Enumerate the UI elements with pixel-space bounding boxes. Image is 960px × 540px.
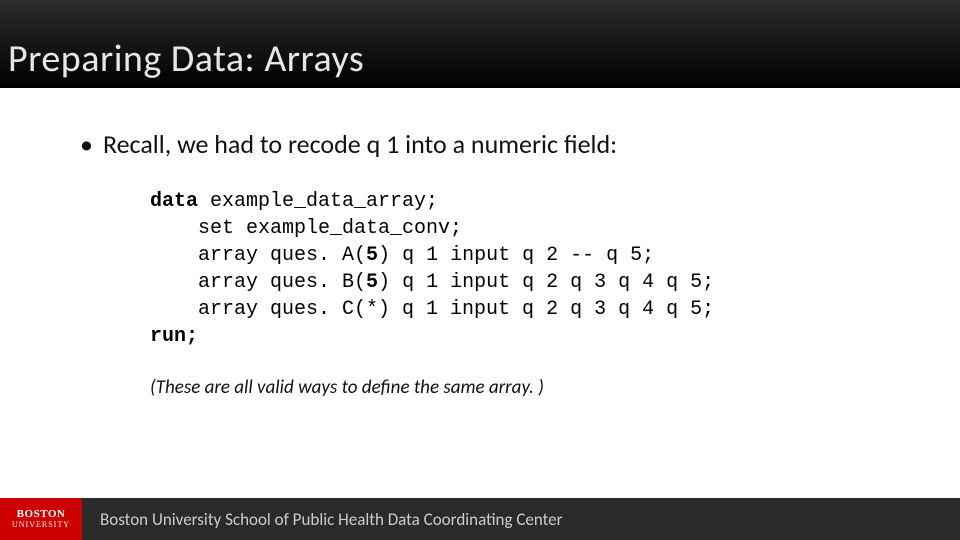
code-text: ) q 1 input q 2 -- q 5; xyxy=(378,244,654,267)
content-area: • Recall, we had to recode q 1 into a nu… xyxy=(0,88,960,399)
logo-line-1: BOSTON xyxy=(17,509,66,521)
code-text: example_data_array; xyxy=(198,190,438,213)
code-keyword: 5 xyxy=(366,271,378,294)
code-block: data example_data_array; set example_dat… xyxy=(150,188,890,350)
logo-line-2: UNIVERSITY xyxy=(12,521,70,529)
code-keyword: 5 xyxy=(366,244,378,267)
footer-bar: BOSTON UNIVERSITY Boston University Scho… xyxy=(0,498,960,540)
bullet-text: Recall, we had to recode q 1 into a nume… xyxy=(103,128,617,160)
code-text: array ques. B( xyxy=(150,271,366,294)
code-keyword: data xyxy=(150,190,198,213)
bullet-icon: • xyxy=(80,128,93,160)
note-text: (These are all valid ways to define the … xyxy=(150,376,890,399)
slide-title: Preparing Data: Arrays xyxy=(8,36,364,82)
bullet-item: • Recall, we had to recode q 1 into a nu… xyxy=(80,128,890,160)
title-bar: Preparing Data: Arrays xyxy=(0,0,960,88)
code-keyword: run; xyxy=(150,325,198,348)
code-text: set example_data_conv; xyxy=(150,217,462,240)
footer-text: Boston University School of Public Healt… xyxy=(100,509,563,530)
code-text: array ques. A( xyxy=(150,244,366,267)
code-text: ) q 1 input q 2 q 3 q 4 q 5; xyxy=(378,271,714,294)
bu-logo: BOSTON UNIVERSITY xyxy=(0,498,82,540)
slide: Preparing Data: Arrays • Recall, we had … xyxy=(0,0,960,540)
code-text: array ques. C(*) q 1 input q 2 q 3 q 4 q… xyxy=(150,298,714,321)
